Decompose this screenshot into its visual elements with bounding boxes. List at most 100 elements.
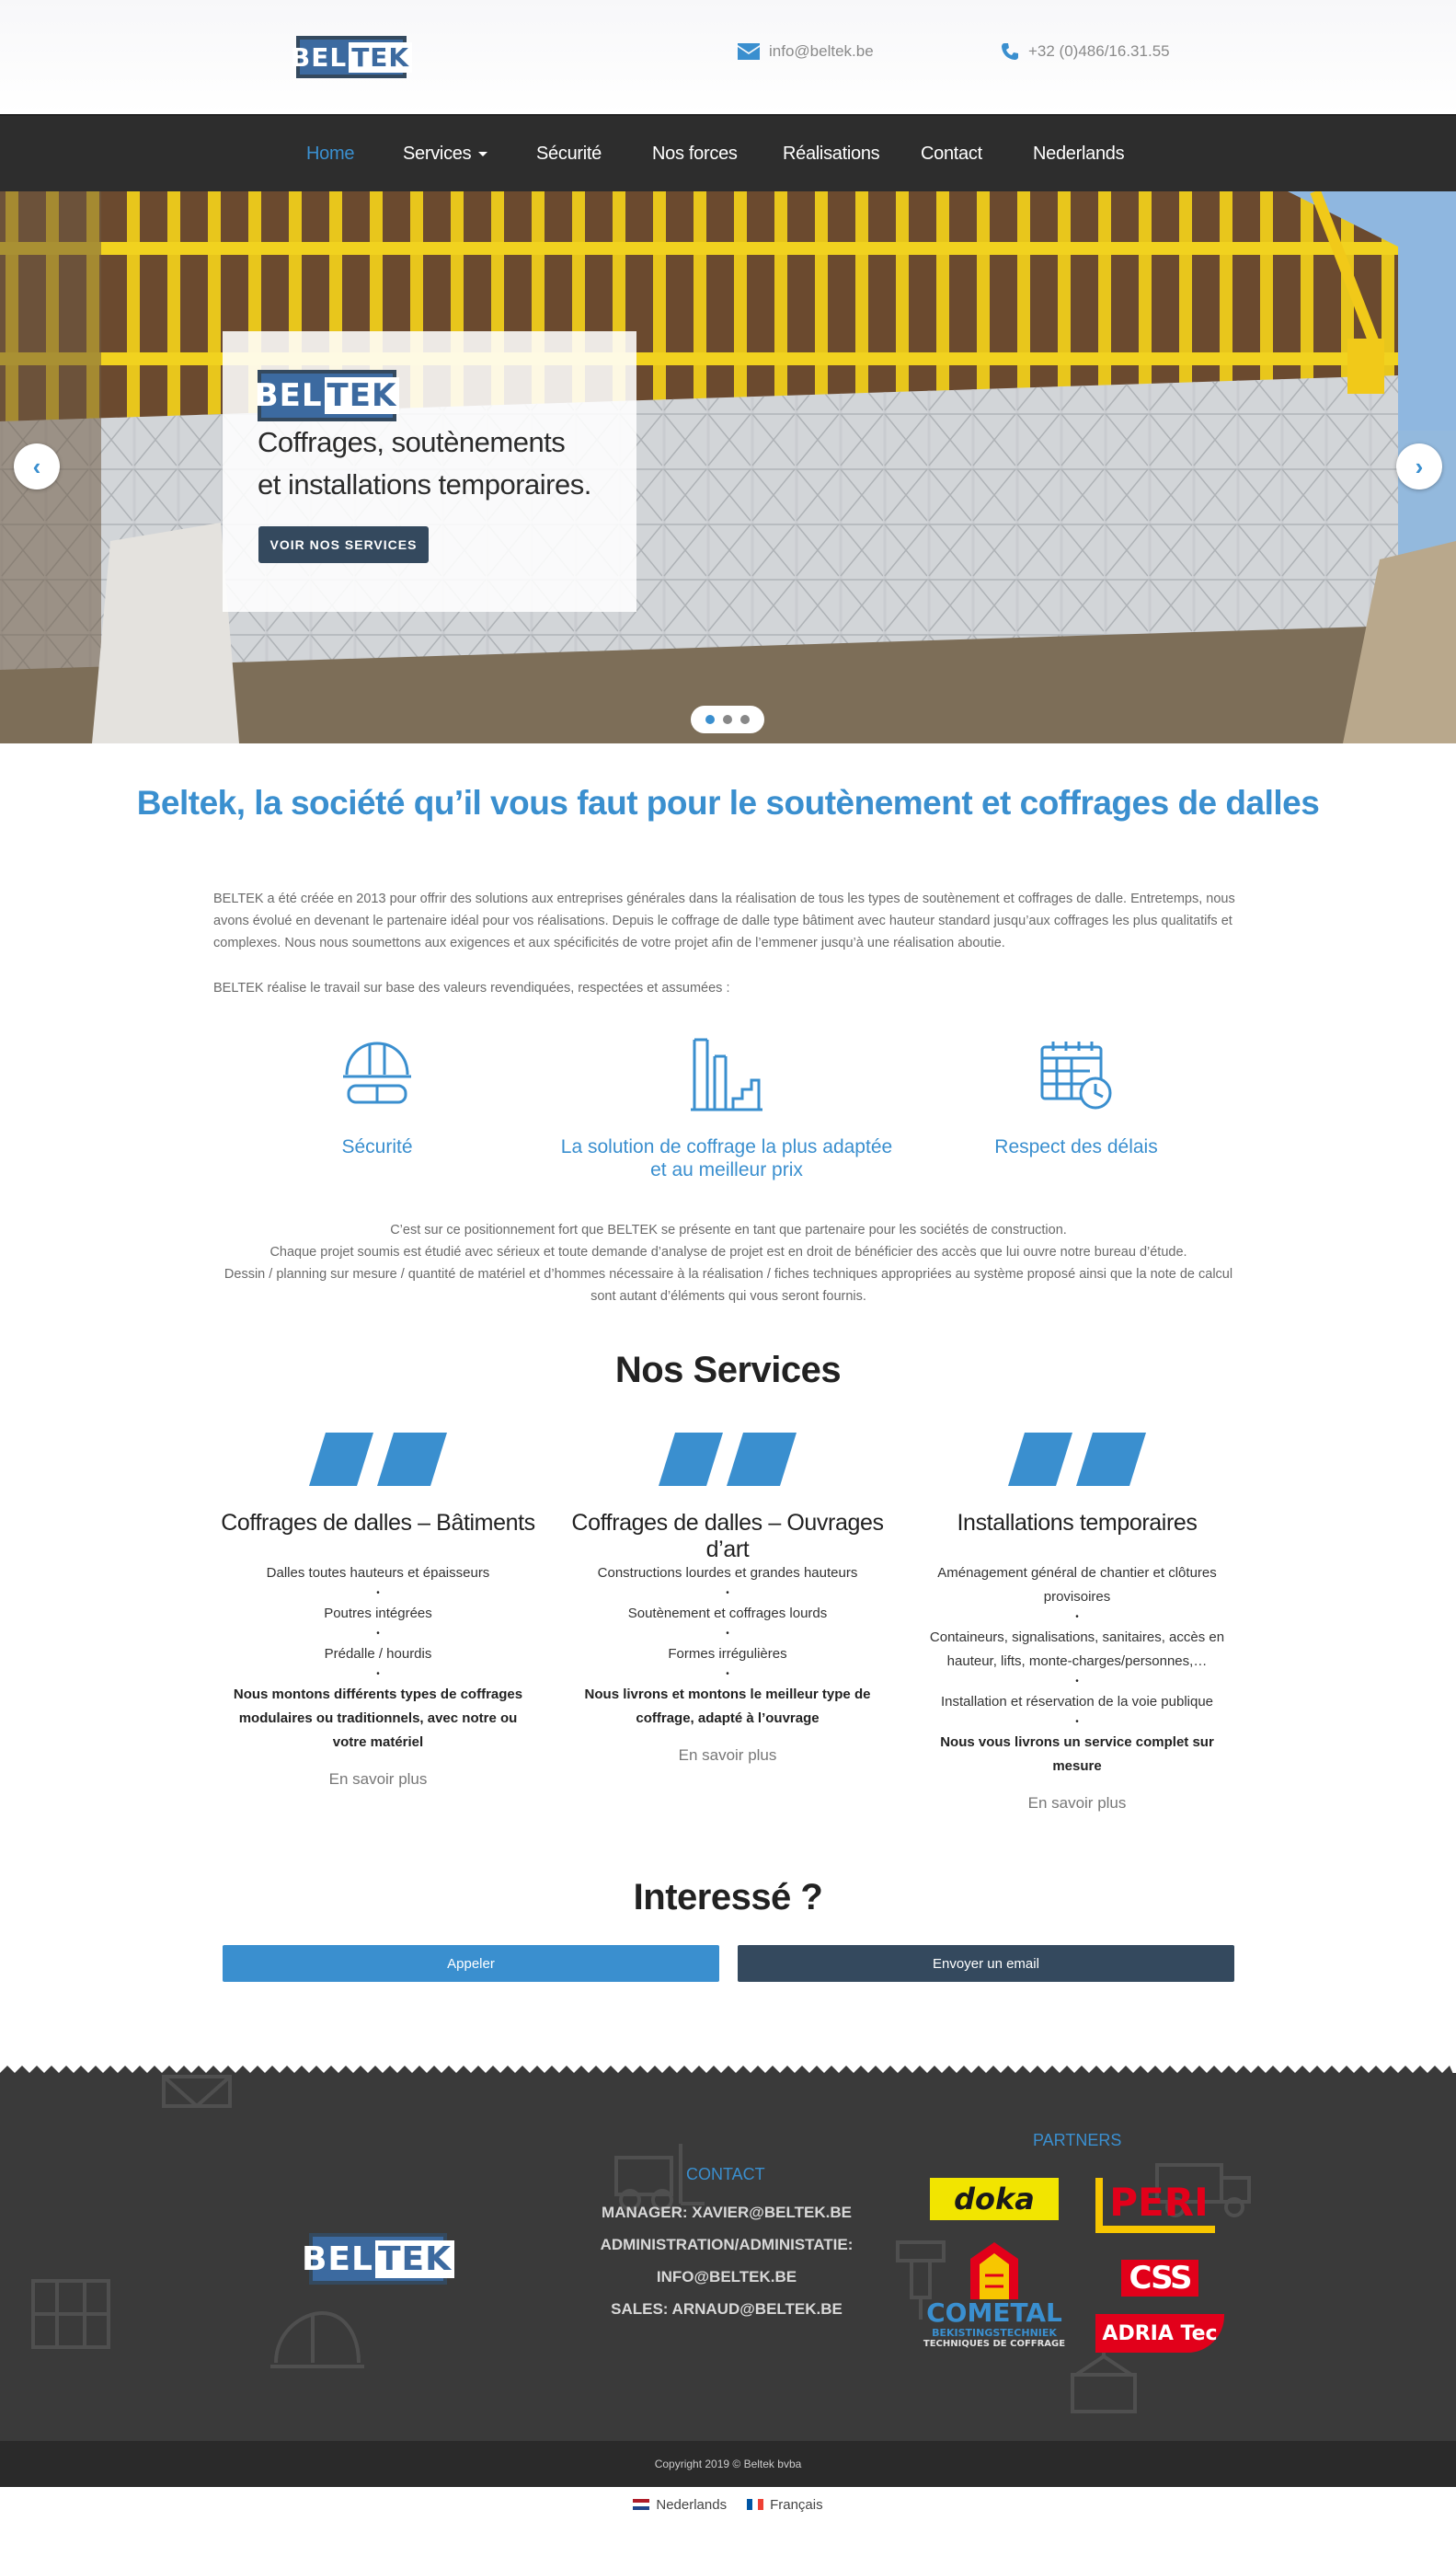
en-savoir-plus-link[interactable]: En savoir plus (902, 1791, 1252, 1815)
beltek-logo[interactable]: BEL TEK (291, 36, 413, 78)
list-item: Formes irrégulières (668, 1646, 787, 1662)
partner-cometal-text: COMETAL (926, 2297, 1062, 2328)
nav-nederlands[interactable]: Nederlands (1033, 144, 1125, 165)
service-title-installations: Installations temporaires (957, 1510, 1198, 1536)
hero-scaffolding-image (0, 191, 1456, 743)
footer-admin-email[interactable]: INFO@BELTEK.BE (570, 2261, 883, 2293)
scaffold-panel-icon (31, 2279, 110, 2349)
list-item: Poutres intégrées (324, 1606, 432, 1621)
bullet: • (726, 1629, 729, 1639)
hero-beltek-logo: BEL TEK (254, 370, 400, 421)
intro-paragraph-2: BELTEK réalise le travail sur base des v… (213, 981, 730, 996)
feature-solution-line2: et au meilleur prix (650, 1159, 803, 1180)
nav-forces[interactable]: Nos forces (652, 144, 738, 165)
footer-admin-label: ADMINISTRATION/ADMINISTATIE: (600, 2236, 854, 2253)
email-button[interactable]: Envoyer un email (738, 1945, 1234, 1982)
helmet-icon (270, 2310, 364, 2368)
nav-home[interactable]: Home (306, 144, 354, 165)
copyright-bar: Copyright 2019 © Beltek bvba (0, 2441, 1456, 2487)
slider-dot-3[interactable] (740, 715, 750, 724)
positioning-line1: C’est sur ce positionnement fort que BEL… (390, 1223, 1067, 1238)
footer: BEL TEK CONTACT MANAGER: XAVIER@BELTEK.BE… (0, 2073, 1456, 2441)
cta-title: Interessé ? (633, 1877, 823, 1917)
slider-dot-2[interactable] (723, 715, 732, 724)
nav-services-label: Services (403, 144, 472, 164)
hero-title-line1: Coffrages, soutènements (258, 426, 566, 458)
slider-prev-button[interactable]: ‹ (14, 443, 60, 489)
feature-securite: Sécurité (341, 1136, 413, 1157)
voir-services-button[interactable]: VOIR NOS SERVICES (258, 526, 429, 563)
scaffold-frame-icon (162, 2075, 232, 2108)
phone-icon (1002, 43, 1018, 60)
service-list-installations: Aménagement général de chantier et clôtu… (902, 1561, 1252, 1815)
en-savoir-plus-link[interactable]: En savoir plus (553, 1744, 902, 1767)
service-summary: Nous vous livrons un service complet sur… (940, 1734, 1214, 1774)
footer-beltek-logo[interactable]: BEL TEK (302, 2233, 455, 2285)
nav-realisations[interactable]: Réalisations (783, 144, 880, 165)
intro-paragraph-1: BELTEK a été créée en 2013 pour offrir d… (213, 892, 1235, 950)
service-summary: Nous livrons et montons le meilleur type… (584, 1687, 871, 1726)
footer-manager-email[interactable]: MANAGER: XAVIER@BELTEK.BE (570, 2196, 883, 2228)
envelope-icon (738, 43, 760, 60)
partner-adria-text: ADRIA Tec (1102, 2321, 1218, 2345)
hero-title-line2: et installations temporaires. (258, 468, 591, 501)
positioning-paragraph: C’est sur ce positionnement fort que BEL… (212, 1219, 1245, 1307)
lang-francais[interactable]: Français (747, 2497, 823, 2556)
bullet: • (1075, 1717, 1079, 1727)
caret-down-icon (478, 152, 488, 157)
feature-solution: La solution de coffrage la plus adaptée … (543, 1135, 911, 1181)
netherlands-flag-icon (633, 2499, 650, 2510)
header-email-text: info@beltek.be (769, 42, 874, 60)
partner-css-text: CSS (1121, 2260, 1198, 2297)
chevron-left-icon: ‹ (32, 452, 41, 480)
footer-logo-text-left: BEL (301, 2239, 373, 2278)
bullet: • (376, 1588, 380, 1598)
appeler-button[interactable]: Appeler (223, 1945, 719, 1982)
hero-title: Coffrages, soutènements et installations… (258, 421, 591, 506)
feature-delais: Respect des délais (994, 1136, 1158, 1157)
slider-dot-1[interactable] (705, 715, 715, 724)
language-switcher: Nederlands Français (0, 2487, 1456, 2556)
service-list-ouvrages: Constructions lourdes et grandes hauteur… (553, 1561, 902, 1767)
quote-mark-icon (1008, 1433, 1146, 1486)
footer-sales-email[interactable]: SALES: ARNAUD@BELTEK.BE (570, 2293, 883, 2325)
partner-doka-text: doka (954, 2182, 1035, 2216)
slider-next-button[interactable]: › (1396, 443, 1442, 489)
hero-logo-text-left: BEL (254, 377, 323, 414)
top-header: BEL TEK info@beltek.be +32 (0)486/16.31.5… (0, 0, 1456, 114)
en-savoir-plus-link[interactable]: En savoir plus (203, 1767, 553, 1791)
header-phone-text: +32 (0)486/16.31.55 (1028, 42, 1170, 60)
partner-cometal-sub2: TECHNIQUES DE COFFRAGE (923, 2338, 1066, 2349)
positioning-line2: Chaque projet soumis est étudié avec sér… (269, 1245, 1187, 1260)
nav-securite[interactable]: Sécurité (536, 144, 602, 165)
service-summary: Nous montons différents types de coffrag… (233, 1687, 523, 1750)
bullet: • (376, 1669, 380, 1679)
service-title-batiments: Coffrages de dalles – Bâtiments (221, 1510, 535, 1536)
main-navbar: Home Services Sécurité Nos forces Réalis… (0, 114, 1456, 191)
logo-text-right: TEK (349, 41, 413, 73)
list-item: Soutènement et coffrages lourds (627, 1606, 828, 1621)
lang-nl-label: Nederlands (656, 2497, 728, 2513)
partner-doka-logo[interactable]: doka (930, 2178, 1059, 2220)
formwork-icon (691, 1038, 762, 1111)
footer-logo-text-right: TEK (374, 2239, 455, 2278)
logo-text-left: BEL (290, 41, 348, 73)
header-email[interactable]: info@beltek.be (738, 42, 874, 61)
nav-services[interactable]: Services (403, 144, 488, 165)
hero-slider: BEL TEK Coffrages, soutènements et instal… (0, 191, 1456, 743)
partner-peri-logo[interactable]: PERI (1095, 2178, 1215, 2233)
list-item: Dalles toutes hauteurs et épaisseurs (266, 1565, 490, 1581)
lang-nederlands[interactable]: Nederlands (633, 2497, 727, 2556)
footer-contact-heading: CONTACT (686, 2165, 765, 2183)
partner-cometal-logo[interactable]: COMETAL BEKISTINGSTECHNIEK TECHNIQUES DE… (916, 2294, 1072, 2354)
quote-mark-icon (659, 1433, 797, 1486)
header-phone[interactable]: +32 (0)486/16.31.55 (1001, 42, 1170, 61)
partner-css-logo[interactable]: CSS (1095, 2259, 1224, 2297)
partner-adria-logo[interactable]: ADRIA Tec (1095, 2314, 1224, 2353)
hero-logo-text-right: TEK (324, 377, 400, 414)
nav-contact[interactable]: Contact (921, 144, 982, 165)
service-list-batiments: Dalles toutes hauteurs et épaisseurs • Po… (203, 1561, 553, 1791)
partner-peri-text: PERI (1109, 2179, 1209, 2225)
intro-headline: Beltek, la société qu’il vous faut pour … (136, 784, 1320, 822)
slider-pagination (691, 706, 764, 733)
